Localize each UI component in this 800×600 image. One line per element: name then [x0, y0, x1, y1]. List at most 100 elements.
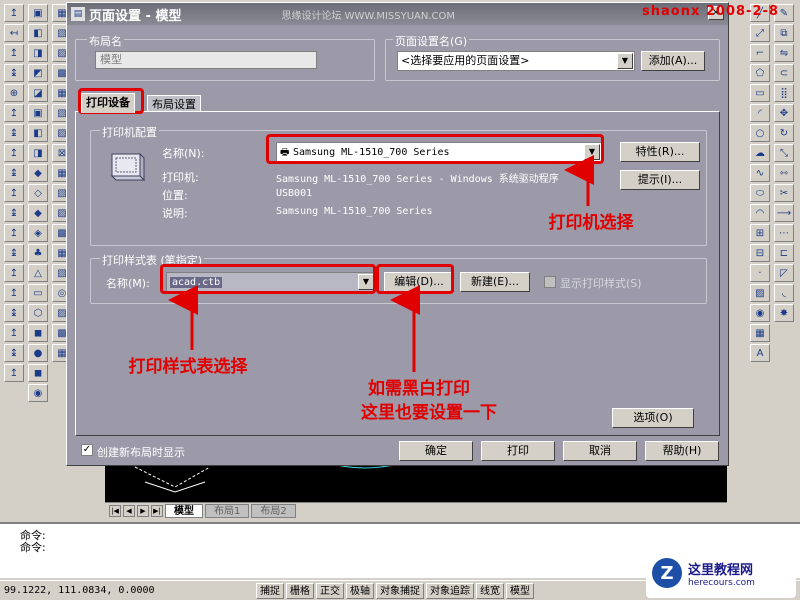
polygon-icon[interactable]: ⬠ — [750, 64, 770, 82]
tool-icon[interactable]: ↥ — [4, 184, 24, 202]
osnap-toggle[interactable]: 对象捕捉 — [376, 582, 424, 599]
move-icon[interactable]: ✥ — [774, 104, 794, 122]
tool-icon[interactable]: ↥ — [4, 104, 24, 122]
cube-icon[interactable]: ◪ — [28, 84, 48, 102]
join-icon[interactable]: ⊏ — [774, 244, 794, 262]
properties-button[interactable]: 特性(R)... — [620, 142, 700, 162]
hatch-icon[interactable]: ▨ — [750, 284, 770, 302]
chevron-down-icon[interactable]: ▼ — [617, 53, 633, 69]
new-plot-style-button[interactable]: 新建(E)... — [460, 272, 530, 292]
chevron-down-icon[interactable]: ▼ — [584, 144, 600, 160]
region-icon[interactable]: ◉ — [750, 304, 770, 322]
ray-icon[interactable]: ⤢ — [750, 24, 770, 42]
tool-icon[interactable]: ↨ — [4, 304, 24, 322]
sphere-icon[interactable]: ● — [28, 344, 48, 362]
cube-icon[interactable]: ◆ — [28, 164, 48, 182]
text-icon[interactable]: A — [750, 344, 770, 362]
options-button[interactable]: 选项(O) — [612, 408, 694, 428]
polyline-icon[interactable]: ⌐ — [750, 44, 770, 62]
explode-icon[interactable]: ✸ — [774, 304, 794, 322]
drawing-canvas[interactable] — [105, 462, 727, 502]
revcloud-icon[interactable]: ☁ — [750, 144, 770, 162]
printer-name-combo[interactable]: 🖶 Samsung ML-1510_700 Series ▼ — [276, 142, 602, 162]
chamfer-icon[interactable]: ◸ — [774, 264, 794, 282]
tool-icon[interactable]: ↥ — [4, 264, 24, 282]
plot-button[interactable]: 打印 — [481, 441, 555, 461]
scale-icon[interactable]: ⤡ — [774, 144, 794, 162]
tool-icon[interactable]: ↥ — [4, 44, 24, 62]
tool-icon[interactable]: ↨ — [4, 124, 24, 142]
tool-icon[interactable]: ↤ — [4, 24, 24, 42]
model-toggle[interactable]: 模型 — [506, 582, 534, 599]
circle-icon[interactable]: ○ — [750, 124, 770, 142]
arc-icon[interactable]: ◜ — [750, 104, 770, 122]
copy-icon[interactable]: ⧉ — [774, 24, 794, 42]
first-tab-icon[interactable]: |◀ — [109, 504, 121, 517]
table-icon[interactable]: ▦ — [750, 324, 770, 342]
cube-icon[interactable]: △ — [28, 264, 48, 282]
cube-icon[interactable]: ◧ — [28, 124, 48, 142]
otrack-toggle[interactable]: 对象追踪 — [426, 582, 474, 599]
ortho-toggle[interactable]: 正交 — [316, 582, 344, 599]
insert-block-icon[interactable]: ⊞ — [750, 224, 770, 242]
cube-icon[interactable]: ▣ — [28, 104, 48, 122]
break-icon[interactable]: ⋯ — [774, 224, 794, 242]
hints-button[interactable]: 提示(I)... — [620, 170, 700, 190]
polar-toggle[interactable]: 极轴 — [346, 582, 374, 599]
tool-icon[interactable]: ⊕ — [4, 84, 24, 102]
layout-tab-layout2[interactable]: 布局2 — [251, 503, 296, 518]
prev-tab-icon[interactable]: ◀ — [123, 504, 135, 517]
help-button[interactable]: 帮助(H) — [645, 441, 719, 461]
cube-icon[interactable]: ◨ — [28, 44, 48, 62]
next-tab-icon[interactable]: ▶ — [137, 504, 149, 517]
sphere-icon[interactable]: ◉ — [28, 384, 48, 402]
tool-icon[interactable]: ↥ — [4, 224, 24, 242]
last-tab-icon[interactable]: ▶| — [151, 504, 163, 517]
array-icon[interactable]: ⣿ — [774, 84, 794, 102]
dialog-titlebar[interactable]: ▤ 页面设置 - 模型 思缘设计论坛 WWW.MISSYUAN.COM × — [67, 3, 728, 25]
extend-icon[interactable]: ⟶ — [774, 204, 794, 222]
tool-icon[interactable]: ↥ — [4, 364, 24, 382]
plot-style-combo[interactable]: acad.ctb ▼ — [166, 272, 376, 292]
layout-tab-model[interactable]: 模型 — [165, 503, 203, 518]
cube-icon[interactable]: ◼ — [28, 364, 48, 382]
tool-icon[interactable]: ↨ — [4, 204, 24, 222]
lineweight-toggle[interactable]: 线宽 — [476, 582, 504, 599]
cube-icon[interactable]: ♣ — [28, 244, 48, 262]
trim-icon[interactable]: ✂ — [774, 184, 794, 202]
cube-icon[interactable]: ◩ — [28, 64, 48, 82]
cube-icon[interactable]: ⬡ — [28, 304, 48, 322]
stretch-icon[interactable]: ⇿ — [774, 164, 794, 182]
rotate-icon[interactable]: ↻ — [774, 124, 794, 142]
tool-icon[interactable]: ↨ — [4, 64, 24, 82]
tab-plot-device[interactable]: 打印设备 — [81, 93, 135, 113]
tool-icon[interactable]: ↥ — [4, 144, 24, 162]
layout-tab-layout1[interactable]: 布局1 — [205, 503, 250, 518]
edit-plot-style-button[interactable]: 编辑(D)... — [384, 272, 454, 292]
tool-icon[interactable]: ↨ — [4, 344, 24, 362]
point-icon[interactable]: · — [750, 264, 770, 282]
grid-toggle[interactable]: 栅格 — [286, 582, 314, 599]
make-block-icon[interactable]: ⊟ — [750, 244, 770, 262]
ok-button[interactable]: 确定 — [399, 441, 473, 461]
cube-icon[interactable]: ◇ — [28, 184, 48, 202]
cube-icon[interactable]: ▭ — [28, 284, 48, 302]
chevron-down-icon[interactable]: ▼ — [358, 274, 374, 290]
tool-icon[interactable]: ↥ — [4, 324, 24, 342]
offset-icon[interactable]: ⊂ — [774, 64, 794, 82]
fillet-icon[interactable]: ◟ — [774, 284, 794, 302]
page-setup-name-combo[interactable]: <选择要应用的页面设置> ▼ — [397, 51, 635, 71]
cube-icon[interactable]: ◨ — [28, 144, 48, 162]
create-on-new-layout-checkbox[interactable]: ✓ — [81, 444, 93, 456]
cube-icon[interactable]: ◆ — [28, 204, 48, 222]
tool-icon[interactable]: ↥ — [4, 284, 24, 302]
add-page-setup-button[interactable]: 添加(A)... — [641, 51, 705, 71]
mirror-icon[interactable]: ⇋ — [774, 44, 794, 62]
cube-icon[interactable]: ◈ — [28, 224, 48, 242]
ellipse-arc-icon[interactable]: ◠ — [750, 204, 770, 222]
spline-icon[interactable]: ∿ — [750, 164, 770, 182]
cube-icon[interactable]: ▣ — [28, 4, 48, 22]
rectangle-icon[interactable]: ▭ — [750, 84, 770, 102]
snap-toggle[interactable]: 捕捉 — [256, 582, 284, 599]
show-plot-styles-checkbox[interactable] — [544, 276, 556, 288]
